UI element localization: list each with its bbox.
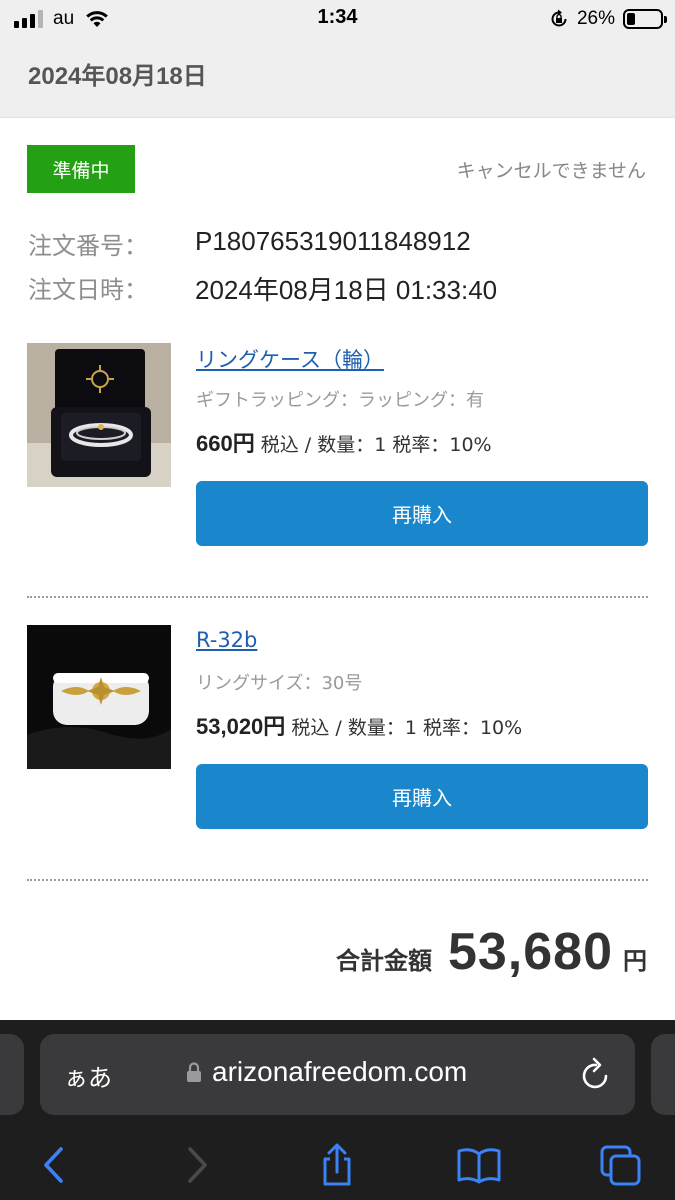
battery-percent: 26%	[576, 8, 615, 29]
product-image-ring-case[interactable]	[27, 343, 171, 487]
product-name-link[interactable]: リングケース（輪）	[196, 344, 384, 374]
total-unit: 円	[623, 947, 647, 975]
tabs-button[interactable]	[596, 1140, 646, 1190]
status-bar-right: 26%	[549, 7, 667, 31]
bookmarks-button[interactable]	[454, 1140, 504, 1190]
product-price-detail: 税込 / 数量：1 税率：10%	[291, 717, 523, 739]
order-total: 合計金額 53,680 円	[336, 922, 647, 982]
product-price: 660円	[196, 431, 255, 456]
previous-tab-peek[interactable]	[0, 1034, 24, 1115]
lock-icon	[187, 1062, 201, 1082]
page-settings-button[interactable]: ぁあ	[64, 1058, 112, 1093]
reload-icon[interactable]	[579, 1056, 613, 1092]
product-price-line: 53,020円 税込 / 数量：1 税率：10%	[196, 709, 522, 741]
date-header: 2024年08月18日	[0, 38, 675, 118]
product-option: リングサイズ：30号	[196, 673, 363, 694]
order-datetime: 2024年08月18日 01:33:40	[195, 275, 498, 305]
product-price-line: 660円 税込 / 数量：1 税率：10%	[196, 426, 492, 458]
product-name-link[interactable]: R-32b	[196, 628, 257, 652]
order-datetime-label: 注文日時：	[28, 276, 148, 304]
order-number: P180765319011848912	[195, 226, 471, 256]
chevron-right-icon	[188, 1147, 207, 1183]
total-label: 合計金額	[335, 947, 432, 975]
status-badge: 準備中	[27, 145, 135, 193]
browser-chrome: ぁあ arizonafreedom.com	[0, 1020, 675, 1200]
rebuy-button[interactable]: 再購入	[196, 764, 648, 829]
order-number-label: 注文番号：	[28, 232, 148, 260]
status-bar: au 1:34 26%	[0, 0, 675, 38]
total-amount: 53,680	[447, 923, 613, 981]
order-group-date: 2024年08月18日	[28, 63, 207, 90]
rebuy-button[interactable]: 再購入	[196, 481, 648, 546]
divider	[27, 879, 648, 881]
cancel-note: キャンセルできません	[456, 160, 646, 182]
share-icon	[323, 1143, 351, 1186]
product-option: ギフトラッピング：ラッピング：有	[196, 390, 484, 411]
order-number-row: 注文番号： P180765319011848912	[28, 226, 471, 261]
orientation-lock-icon	[551, 9, 567, 27]
book-icon	[457, 1148, 501, 1184]
browser-toolbar	[0, 1140, 675, 1200]
share-button[interactable]	[312, 1140, 362, 1190]
chevron-left-icon	[44, 1147, 63, 1183]
next-tab-peek[interactable]	[651, 1034, 675, 1115]
tabs-icon	[600, 1145, 641, 1186]
product-image-ring[interactable]	[27, 625, 171, 769]
order-date-row: 注文日時： 2024年08月18日 01:33:40	[28, 270, 497, 307]
product-price: 53,020円	[196, 714, 286, 739]
address-bar[interactable]: ぁあ arizonafreedom.com	[40, 1034, 635, 1115]
battery-icon	[623, 9, 667, 29]
url-text[interactable]: arizonafreedom.com	[212, 1056, 467, 1088]
divider	[27, 596, 648, 598]
back-button[interactable]	[28, 1140, 78, 1190]
battery-level	[627, 13, 636, 25]
forward-button[interactable]	[173, 1140, 223, 1190]
product-price-detail: 税込 / 数量：1 税率：10%	[260, 434, 492, 456]
